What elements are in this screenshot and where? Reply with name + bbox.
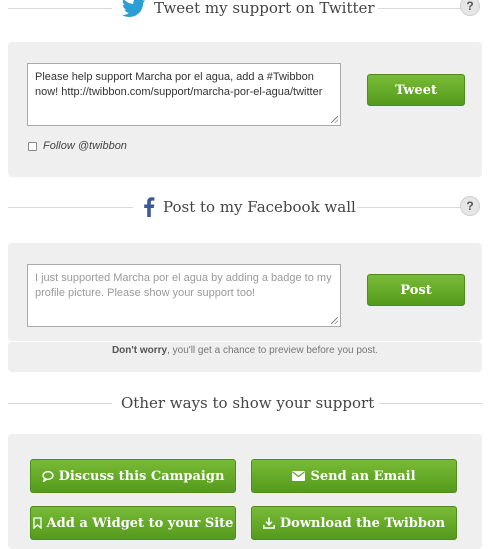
send-email-button[interactable]: Send an Email bbox=[251, 459, 457, 493]
other-ways-section-header: Other ways to show your support bbox=[8, 392, 482, 414]
divider bbox=[357, 207, 464, 208]
twitter-bird-icon bbox=[122, 0, 146, 17]
other-ways-title-group: Other ways to show your support bbox=[121, 392, 374, 414]
facebook-message-placeholder: I just supported Marcha por el agua by a… bbox=[35, 272, 332, 299]
follow-twibbon-option[interactable]: Follow @twibbon bbox=[28, 140, 127, 152]
facebook-section-title: Post to my Facebook wall bbox=[163, 198, 356, 216]
tweet-message-text: Please help support Marcha por el agua, … bbox=[35, 71, 323, 98]
twitter-title-group: Tweet my support on Twitter bbox=[122, 0, 375, 19]
post-button[interactable]: Post bbox=[367, 274, 465, 306]
preview-note-text: , you'll get a chance to preview before … bbox=[167, 345, 379, 356]
download-icon bbox=[262, 517, 275, 529]
post-button-label: Post bbox=[400, 282, 432, 298]
twitter-section-title: Tweet my support on Twitter bbox=[154, 0, 375, 17]
twitter-section-header: Tweet my support on Twitter ? bbox=[8, 0, 482, 19]
other-ways-panel: Discuss this Campaign Send an Email Add … bbox=[8, 434, 482, 549]
facebook-f-icon bbox=[144, 197, 155, 217]
discuss-campaign-button[interactable]: Discuss this Campaign bbox=[30, 459, 236, 493]
divider bbox=[8, 8, 112, 9]
facebook-title-group: Post to my Facebook wall bbox=[143, 196, 356, 218]
bookmark-icon bbox=[32, 517, 42, 529]
facebook-help-button[interactable]: ? bbox=[460, 196, 480, 216]
send-email-label: Send an Email bbox=[310, 468, 416, 484]
download-twibbon-label: Download the Twibbon bbox=[279, 515, 446, 531]
preview-note: Don't worry, you'll get a chance to prev… bbox=[8, 345, 482, 356]
comment-icon bbox=[41, 470, 54, 482]
twitter-panel: Please help support Marcha por el agua, … bbox=[8, 42, 482, 177]
twitter-help-button[interactable]: ? bbox=[460, 0, 480, 16]
preview-note-bold: Don't worry bbox=[111, 345, 168, 356]
facebook-panel: I just supported Marcha por el agua by a… bbox=[8, 243, 482, 341]
other-ways-section-title: Other ways to show your support bbox=[121, 394, 375, 412]
follow-label: Follow @twibbon bbox=[43, 140, 127, 152]
tweet-message-textarea[interactable]: Please help support Marcha por el agua, … bbox=[27, 63, 341, 126]
download-twibbon-button[interactable]: Download the Twibbon bbox=[251, 506, 457, 540]
follow-checkbox[interactable] bbox=[28, 141, 37, 151]
divider bbox=[379, 403, 482, 404]
divider bbox=[8, 403, 112, 404]
add-widget-label: Add a Widget to your Site bbox=[46, 515, 234, 531]
add-widget-button[interactable]: Add a Widget to your Site bbox=[30, 506, 236, 540]
facebook-message-textarea[interactable]: I just supported Marcha por el agua by a… bbox=[27, 264, 341, 327]
tweet-button-label: Tweet bbox=[395, 82, 437, 98]
resize-grip-icon[interactable] bbox=[331, 116, 338, 123]
divider bbox=[378, 8, 464, 9]
facebook-section-header: Post to my Facebook wall ? bbox=[8, 196, 482, 218]
envelope-icon bbox=[292, 471, 306, 481]
preview-note-panel: Don't worry, you'll get a chance to prev… bbox=[8, 342, 482, 372]
resize-grip-icon[interactable] bbox=[331, 317, 338, 324]
discuss-campaign-label: Discuss this Campaign bbox=[58, 468, 225, 484]
tweet-button[interactable]: Tweet bbox=[367, 74, 465, 106]
divider bbox=[8, 207, 133, 208]
